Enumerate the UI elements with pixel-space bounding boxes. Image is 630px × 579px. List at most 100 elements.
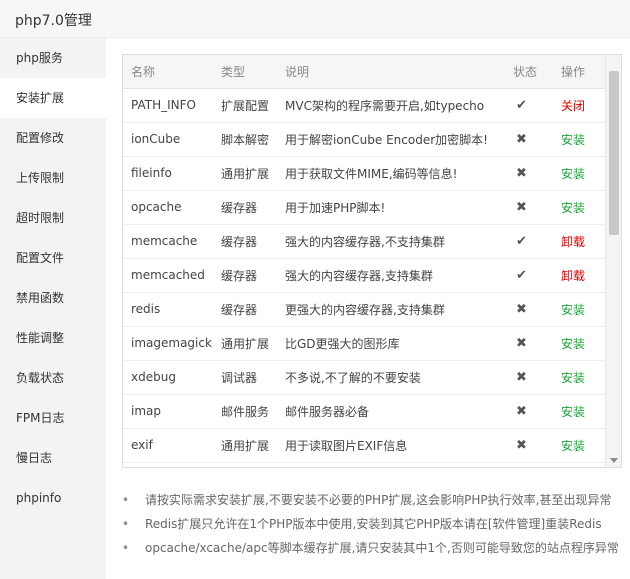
header-description: 说明	[285, 55, 513, 89]
table-row: ionCube 脚本解密 用于解密ionCube Encoder加密脚本! ✖ 安装	[123, 122, 606, 156]
sidebar-item-slow-log[interactable]: 慢日志	[0, 438, 106, 478]
sidebar-item-disabled-functions[interactable]: 禁用函数	[0, 278, 106, 318]
extension-description: 不多说,不了解的不要安装	[285, 370, 421, 385]
sidebar-item-config-file[interactable]: 配置文件	[0, 238, 106, 278]
extension-close-button[interactable]: 关闭	[561, 88, 606, 122]
sidebar: php服务 安装扩展 配置修改 上传限制 超时限制 配置文件 禁用函数 性能调整 负载状态 FPM…	[0, 38, 106, 579]
sidebar-item-phpinfo[interactable]: phpinfo	[0, 478, 106, 518]
extension-close-link[interactable]: 关闭	[561, 99, 585, 113]
status-check-icon: ✔	[516, 267, 527, 283]
table-row: exif 通用扩展 用于读取图片EXIF信息 ✖ 安装	[123, 428, 606, 462]
status-cross-icon: ✖	[516, 199, 527, 215]
header-name: 名称	[123, 55, 221, 89]
extension-name: opcache	[131, 200, 182, 214]
extension-name: memcache	[131, 234, 198, 248]
vertical-scrollbar[interactable]	[605, 55, 621, 467]
sidebar-item-php-service[interactable]: php服务	[0, 38, 106, 78]
extension-type: 通用扩展	[221, 438, 270, 453]
extension-name: fileinfo	[131, 166, 172, 180]
extension-uninstall-link[interactable]: 卸载	[561, 235, 585, 249]
scrollbar-thumb[interactable]	[609, 71, 619, 235]
table-row: imagemagick 通用扩展 比GD更强大的图形库 ✖ 安装	[123, 326, 606, 360]
note-item: Redis扩展只允许在1个PHP版本中使用,安装到其它PHP版本请在[软件管理]…	[122, 512, 622, 536]
status-check-icon: ✔	[516, 233, 527, 249]
extension-install-link[interactable]: 安装	[561, 167, 585, 181]
window-titlebar: php7.0管理	[0, 0, 630, 38]
table-row: memcache 缓存器 强大的内容缓存器,不支持集群 ✔ 卸载	[123, 224, 606, 258]
extension-description: 强大的内容缓存器,支持集群	[285, 268, 433, 283]
header-operation: 操作	[561, 55, 606, 89]
extension-name: xdebug	[131, 370, 176, 384]
status-cross-icon: ✖	[516, 301, 527, 317]
sidebar-item-upload-limit[interactable]: 上传限制	[0, 158, 106, 198]
main-panel: 名称 类型 说明 状态 操作 PATH_INFO 扩展配置 MVC架构的程序需要开启…	[106, 38, 630, 579]
extension-name: exif	[131, 438, 153, 452]
extension-description: 用于加速PHP脚本!	[285, 200, 386, 215]
sidebar-item-load-status[interactable]: 负载状态	[0, 358, 106, 398]
extension-description: 邮件服务器必备	[285, 404, 370, 419]
extension-name: redis	[131, 302, 161, 316]
extension-type: 通用扩展	[221, 336, 270, 351]
extension-type: 通用扩展	[221, 166, 270, 181]
extension-uninstall-button[interactable]: 卸载	[561, 258, 606, 292]
status-cross-icon: ✖	[516, 437, 527, 453]
table-row: PATH_INFO 扩展配置 MVC架构的程序需要开启,如typecho ✔ 关闭	[123, 88, 606, 122]
window-title: php7.0管理	[15, 13, 92, 29]
extension-install-link[interactable]: 安装	[561, 439, 585, 453]
extension-name: memcached	[131, 268, 205, 282]
extensions-table: 名称 类型 说明 状态 操作 PATH_INFO 扩展配置 MVC架构的程序需要开启…	[123, 55, 606, 463]
extension-install-link[interactable]: 安装	[561, 303, 585, 317]
sidebar-item-performance-tuning[interactable]: 性能调整	[0, 318, 106, 358]
extension-type: 邮件服务	[221, 404, 270, 419]
status-cross-icon: ✖	[516, 403, 527, 419]
extension-uninstall-button[interactable]: 卸载	[561, 224, 606, 258]
extension-description: 用于读取图片EXIF信息	[285, 438, 408, 453]
table-row: redis 缓存器 更强大的内容缓存器,支持集群 ✖ 安装	[123, 292, 606, 326]
extension-name: imagemagick	[131, 336, 212, 350]
extension-description: 比GD更强大的图形库	[285, 336, 400, 351]
extension-description: MVC架构的程序需要开启,如typecho	[285, 98, 485, 113]
extension-name: PATH_INFO	[131, 98, 196, 112]
extension-install-button[interactable]: 安装	[561, 394, 606, 428]
scroll-down-arrow-icon[interactable]	[610, 458, 618, 463]
header-type: 类型	[221, 55, 285, 89]
sidebar-item-install-extensions[interactable]: 安装扩展	[0, 78, 106, 118]
extension-type: 缓存器	[221, 302, 258, 317]
extension-description: 用于解密ionCube Encoder加密脚本!	[285, 132, 488, 147]
extension-install-button[interactable]: 安装	[561, 190, 606, 224]
table-row: opcache 缓存器 用于加速PHP脚本! ✖ 安装	[123, 190, 606, 224]
extension-description: 用于获取文件MIME,编码等信息!	[285, 166, 458, 181]
table-row: imap 邮件服务 邮件服务器必备 ✖ 安装	[123, 394, 606, 428]
extension-type: 扩展配置	[221, 98, 270, 113]
status-cross-icon: ✖	[516, 369, 527, 385]
extension-install-link[interactable]: 安装	[561, 405, 585, 419]
extension-type: 调试器	[221, 370, 258, 385]
table-row: xdebug 调试器 不多说,不了解的不要安装 ✖ 安装	[123, 360, 606, 394]
extension-install-button[interactable]: 安装	[561, 122, 606, 156]
extension-install-link[interactable]: 安装	[561, 371, 585, 385]
note-item: 请按实际需求安装扩展,不要安装不必要的PHP扩展,这会影响PHP执行效率,甚至出…	[122, 488, 622, 512]
extension-install-button[interactable]: 安装	[561, 428, 606, 462]
extension-install-button[interactable]: 安装	[561, 326, 606, 360]
table-row: memcached 缓存器 强大的内容缓存器,支持集群 ✔ 卸载	[123, 258, 606, 292]
note-item: opcache/xcache/apc等脚本缓存扩展,请只安装其中1个,否则可能导…	[122, 536, 622, 560]
extension-install-button[interactable]: 安装	[561, 292, 606, 326]
extension-install-button[interactable]: 安装	[561, 360, 606, 394]
extension-type: 缓存器	[221, 234, 258, 249]
extensions-table-container: 名称 类型 说明 状态 操作 PATH_INFO 扩展配置 MVC架构的程序需要开启…	[122, 54, 622, 468]
extension-install-link[interactable]: 安装	[561, 133, 585, 147]
extension-type: 缓存器	[221, 200, 258, 215]
extension-uninstall-link[interactable]: 卸载	[561, 269, 585, 283]
extension-install-button[interactable]: 安装	[561, 156, 606, 190]
sidebar-item-timeout-limit[interactable]: 超时限制	[0, 198, 106, 238]
status-cross-icon: ✖	[516, 165, 527, 181]
sidebar-item-config-edit[interactable]: 配置修改	[0, 118, 106, 158]
status-cross-icon: ✖	[516, 335, 527, 351]
extension-name: imap	[131, 404, 161, 418]
extension-install-link[interactable]: 安装	[561, 201, 585, 215]
extension-install-link[interactable]: 安装	[561, 337, 585, 351]
extension-description: 强大的内容缓存器,不支持集群	[285, 234, 445, 249]
header-status: 状态	[513, 55, 561, 89]
extension-description: 更强大的内容缓存器,支持集群	[285, 302, 445, 317]
sidebar-item-fpm-log[interactable]: FPM日志	[0, 398, 106, 438]
